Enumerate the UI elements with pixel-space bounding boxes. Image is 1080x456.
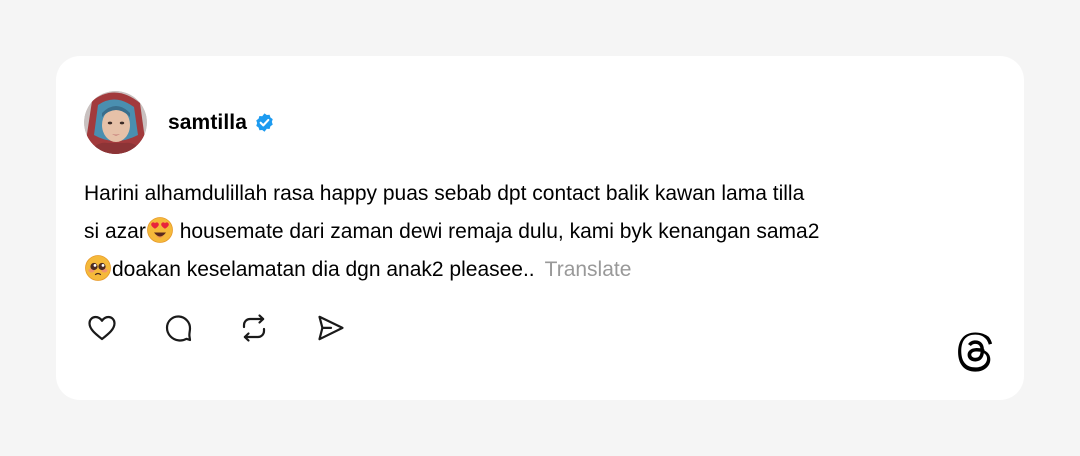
post-text-line-2-suffix: housemate dari zaman dewi remaja dulu, k… — [173, 220, 820, 243]
heart-icon — [88, 315, 116, 341]
share-button[interactable] — [312, 310, 348, 346]
like-button[interactable] — [84, 310, 120, 346]
translate-link[interactable]: Translate — [545, 258, 632, 281]
post-card: samtilla Harini alhamdulillah rasa happy… — [56, 56, 1024, 400]
comment-button[interactable] — [160, 310, 196, 346]
username[interactable]: samtilla — [168, 111, 247, 135]
post-header: samtilla — [84, 91, 275, 154]
post-text-line-2-prefix: si azar — [84, 220, 146, 243]
author-info: samtilla — [168, 111, 275, 135]
avatar-image — [84, 91, 147, 154]
comment-icon — [165, 315, 192, 342]
post-text-line-3: doakan keselamatan dia dgn anak2 pleasee… — [84, 251, 1004, 289]
avatar[interactable] — [84, 91, 147, 154]
threads-logo-icon[interactable] — [955, 330, 995, 372]
post-text: Harini alhamdulillah rasa happy puas seb… — [84, 175, 1004, 289]
pleading-face-icon — [84, 254, 112, 282]
post-actions — [84, 310, 348, 346]
repost-button[interactable] — [236, 310, 272, 346]
verified-badge-icon — [254, 112, 275, 133]
smiling-face-with-heart-eyes-icon — [146, 216, 174, 244]
share-icon — [318, 315, 344, 341]
post-text-line-2: si azar housemate dari zaman dewi remaja… — [84, 213, 1004, 251]
post-text-line-3-text: doakan keselamatan dia dgn anak2 pleasee… — [112, 258, 535, 281]
repost-icon — [242, 314, 266, 342]
post-text-line-1: Harini alhamdulillah rasa happy puas seb… — [84, 182, 805, 205]
